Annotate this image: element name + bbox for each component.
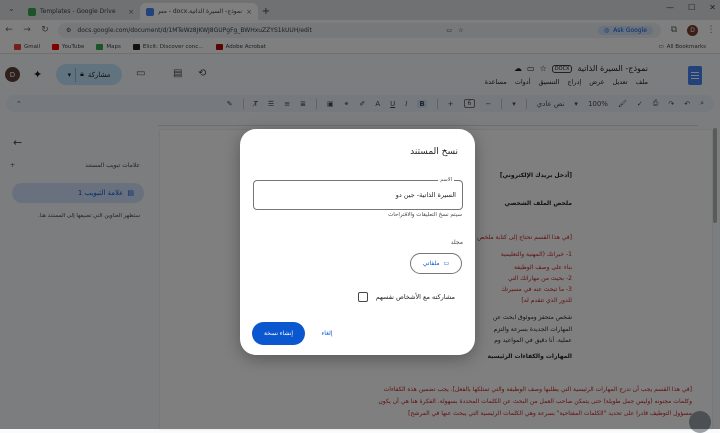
copy-document-dialog: نسخ المستند الاسم سيتم نسخ التعليقات وال… (240, 129, 475, 355)
name-input[interactable] (260, 188, 456, 202)
folder-button-label: ملفاتي (422, 260, 440, 267)
cancel-button[interactable]: إلغاء (312, 322, 342, 345)
share-checkbox-row: مشاركته مع الأشخاص نفسهم (357, 292, 455, 302)
comments-note: سيتم نسخ التعليقات والاقتراحات (388, 212, 462, 218)
folder-icon: ▭ (443, 260, 450, 267)
share-checkbox-label: مشاركته مع الأشخاص نفسهم (375, 293, 455, 301)
create-copy-button[interactable]: إنشاء نسخة (252, 322, 305, 345)
folder-label: مجلد (450, 239, 463, 246)
name-field-label: الاسم (438, 177, 454, 183)
folder-picker-button[interactable]: ملفاتي ▭ (410, 253, 462, 274)
share-checkbox[interactable] (357, 292, 368, 302)
dialog-title: نسخ المستند (410, 147, 458, 157)
name-field[interactable]: الاسم (253, 177, 463, 210)
